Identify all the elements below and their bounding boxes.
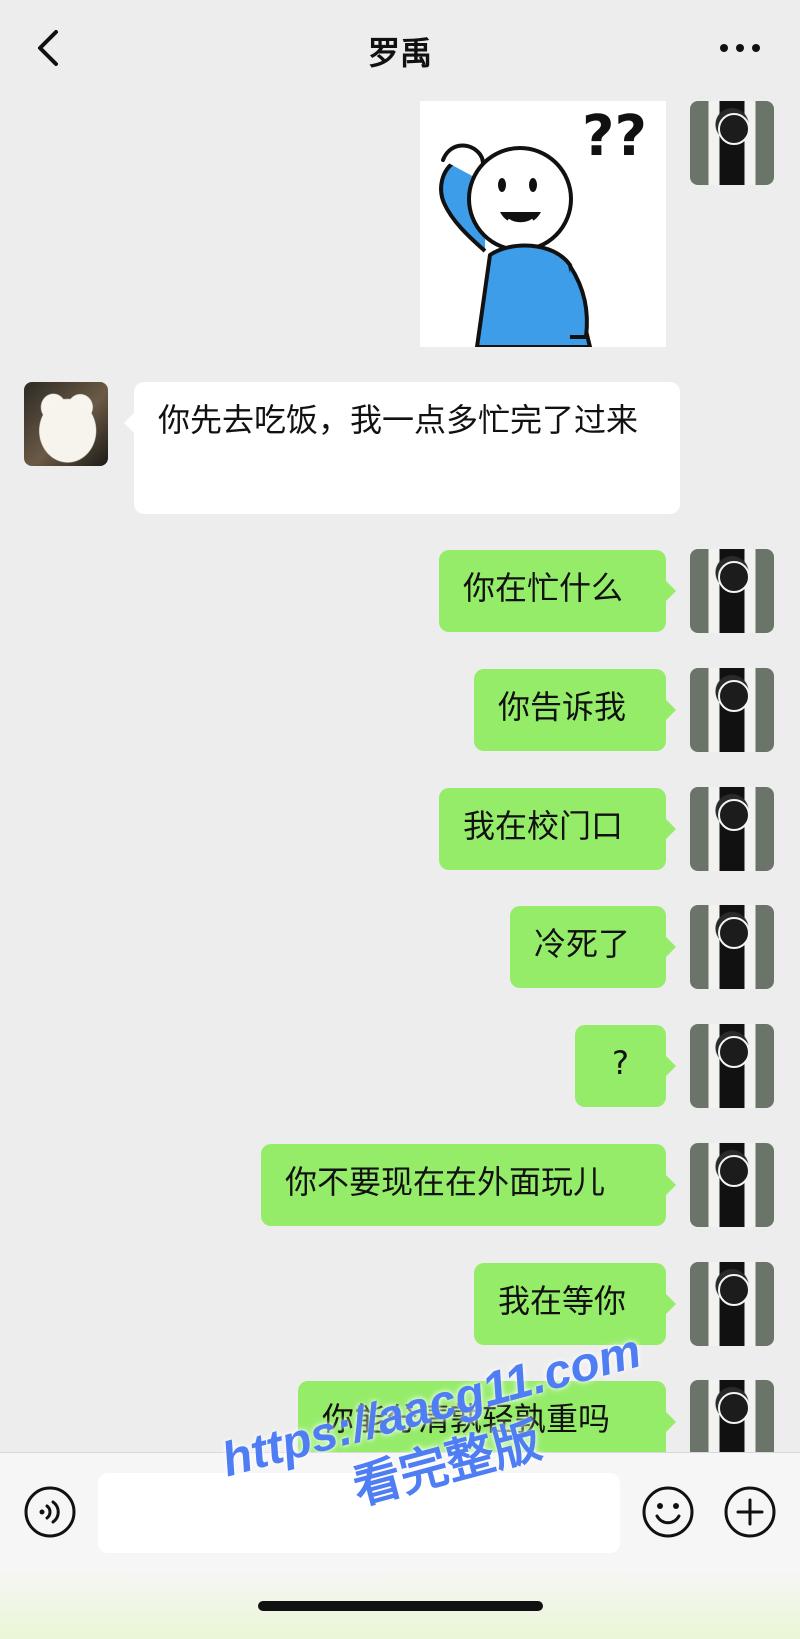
avatar[interactable] xyxy=(690,905,774,989)
avatar[interactable] xyxy=(690,787,774,871)
outgoing-message[interactable]: ? xyxy=(575,1025,676,1107)
voice-input-button[interactable] xyxy=(22,1484,78,1540)
incoming-message[interactable]: 你先去吃饭，我一点多忙完了过来 xyxy=(124,382,680,514)
chat-title: 罗禹 xyxy=(367,34,432,72)
home-indicator xyxy=(258,1601,543,1611)
contact-avatar[interactable] xyxy=(24,382,108,466)
outgoing-message[interactable]: 我在等你 xyxy=(474,1263,676,1345)
outgoing-message[interactable]: 我在校门口 xyxy=(439,788,676,870)
avatar[interactable] xyxy=(690,101,774,185)
avatar[interactable] xyxy=(690,1024,774,1108)
avatar[interactable] xyxy=(690,1262,774,1346)
question-sticker[interactable]: ?? xyxy=(420,101,666,347)
sticker-question-text: ?? xyxy=(582,104,647,169)
outgoing-message[interactable]: 冷死了 xyxy=(510,906,676,988)
emoji-button[interactable] xyxy=(640,1484,696,1540)
avatar[interactable] xyxy=(690,1143,774,1227)
confused-person-sticker-icon: ?? xyxy=(420,101,666,347)
outgoing-message[interactable]: 你不要现在在外面玩儿 xyxy=(261,1144,676,1226)
avatar[interactable] xyxy=(690,668,774,752)
chat-header: 罗禹 xyxy=(0,0,800,96)
avatar[interactable] xyxy=(690,549,774,633)
more-options-button[interactable] xyxy=(716,34,764,62)
message-input-bar xyxy=(0,1452,800,1639)
message-input[interactable] xyxy=(98,1473,620,1553)
plus-button[interactable] xyxy=(722,1484,778,1540)
outgoing-message[interactable]: 你告诉我 xyxy=(474,669,676,751)
outgoing-message[interactable]: 你能分清孰轻孰重吗 xyxy=(298,1381,676,1463)
outgoing-message[interactable]: 你在忙什么 xyxy=(439,550,676,632)
